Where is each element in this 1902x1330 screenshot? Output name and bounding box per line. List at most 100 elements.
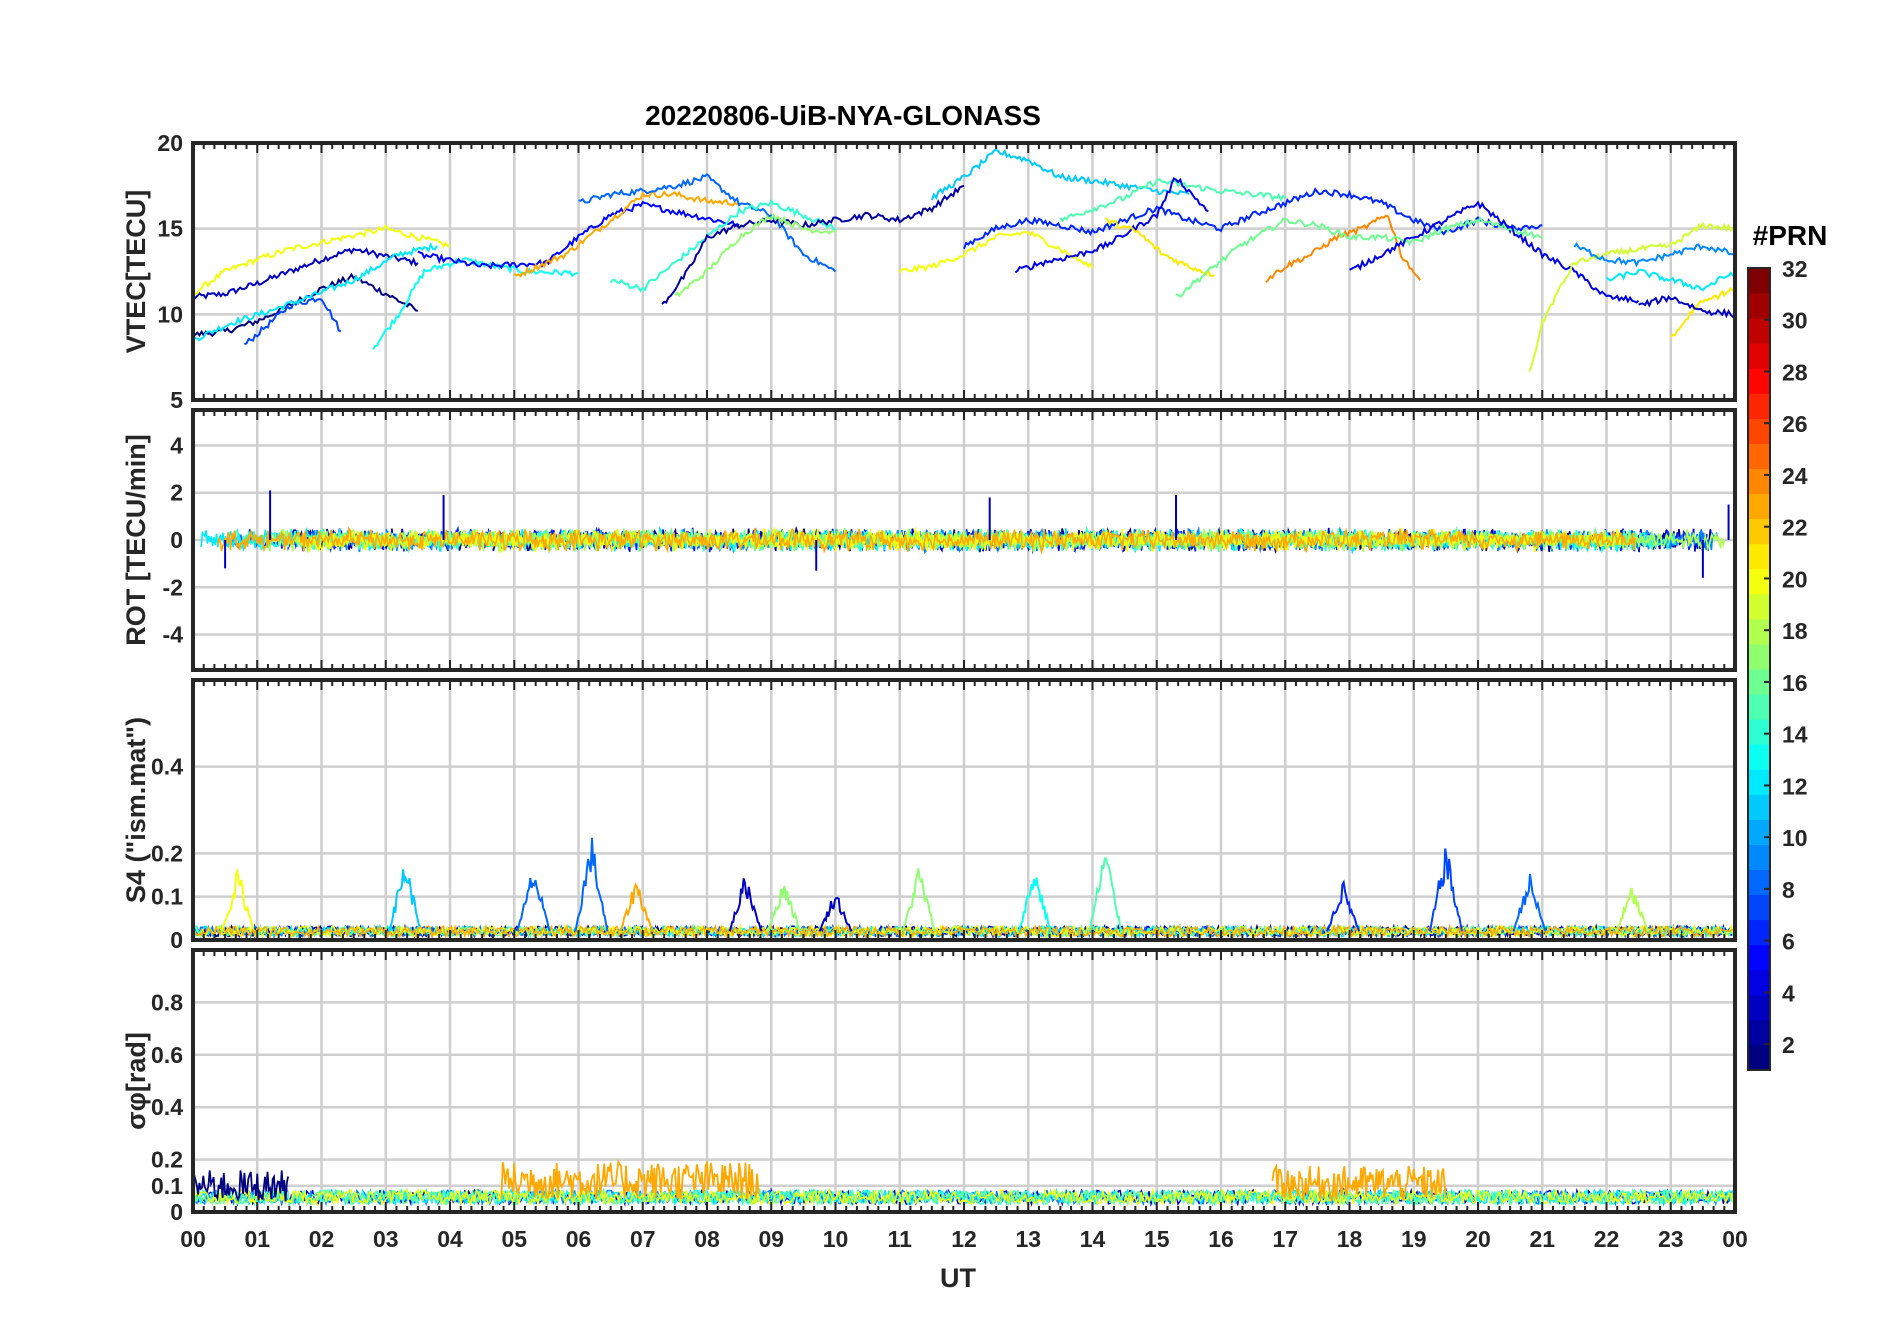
y-tick-label: 0.4 (151, 754, 183, 780)
colorbar-tick-label: 24 (1782, 463, 1808, 489)
y-axis-title: S4 ("ism.mat") (121, 717, 151, 903)
colorbar-tick-label: 6 (1782, 929, 1795, 955)
x-tick-label: 05 (501, 1226, 527, 1252)
colorbar-tick-label: 16 (1782, 670, 1808, 696)
x-tick-label: 00 (180, 1226, 206, 1252)
x-tick-label: 02 (309, 1226, 335, 1252)
colorbar-swatch (1748, 593, 1770, 620)
x-tick-label: 10 (823, 1226, 849, 1252)
y-tick-label: 10 (157, 301, 183, 327)
colorbar-swatch (1748, 719, 1770, 745)
x-tick-label: 20 (1465, 1226, 1491, 1252)
y-tick-label: 0 (170, 527, 183, 553)
colorbar-swatch (1748, 819, 1770, 845)
y-tick-label: 15 (157, 216, 183, 242)
colorbar-swatch (1748, 1019, 1770, 1046)
panel-1: 5 10 15 20 VTEC[TECU] (121, 130, 1737, 413)
y-axis-title: σφ[rad] (121, 1032, 151, 1130)
figure-title: 20220806-UiB-NYA-GLONASS (645, 100, 1041, 131)
colorbar-swatch (1748, 418, 1770, 444)
colorbar-swatch (1748, 293, 1770, 319)
colorbar-tick-label: 18 (1782, 618, 1808, 644)
x-tick-labels: 00 01 02 03 04 05 06 07 08 09 10 11 12 13 14 15 16 17 18 19… (180, 1226, 1748, 1252)
colorbar-swatch (1748, 844, 1770, 870)
y-tick-label: 4 (170, 432, 183, 458)
colorbar-tick-label: 32 (1782, 256, 1808, 282)
colorbar-swatch (1748, 694, 1770, 720)
colorbar-swatch (1748, 318, 1770, 344)
panels: 5101520VTEC[TECU]-4-2024ROT [TECU/min]00… (121, 130, 1737, 1225)
colorbar-swatch (1748, 518, 1770, 545)
colorbar-tick-label: 2 (1782, 1032, 1795, 1058)
y-tick-label: 0.1 (151, 884, 183, 910)
colorbar-swatches (1748, 268, 1770, 1071)
x-tick-label: 19 (1401, 1226, 1427, 1252)
x-tick-label: 13 (1015, 1226, 1041, 1252)
x-tick-label: 08 (694, 1226, 720, 1252)
y-tick-label: 20 (157, 130, 183, 156)
colorbar-swatch (1748, 869, 1770, 896)
colorbar-tick-label: 20 (1782, 566, 1808, 592)
y-tick-label: 0 (170, 1199, 183, 1225)
colorbar-swatch (1748, 393, 1770, 419)
panel-3: 0 0.1 0.2 0.4S4 ("ism.mat") (121, 678, 1737, 953)
y-tick-label: 0.6 (151, 1042, 183, 1068)
y-tick-label: 0.4 (151, 1094, 183, 1120)
colorbar-title: #PRN (1753, 220, 1828, 251)
colorbar-swatch (1748, 794, 1770, 820)
colorbar-swatch (1748, 443, 1770, 469)
colorbar-tick-label: 4 (1782, 980, 1795, 1006)
x-tick-label: 17 (1272, 1226, 1298, 1252)
y-tick-label: 5 (170, 387, 183, 413)
colorbar-swatch (1748, 994, 1770, 1021)
x-tick-label: 12 (951, 1226, 977, 1252)
y-tick-label: 0.2 (151, 840, 183, 866)
colorbar-swatch (1748, 643, 1770, 670)
x-tick-label: 14 (1080, 1226, 1106, 1252)
colorbar-swatch (1748, 468, 1770, 495)
x-tick-label: 03 (373, 1226, 399, 1252)
x-tick-label: 23 (1658, 1226, 1684, 1252)
colorbar-tick-label: 30 (1782, 308, 1808, 334)
colorbar-swatch (1748, 343, 1770, 369)
x-tick-label: 21 (1529, 1226, 1555, 1252)
y-tick-label: 0 (170, 927, 183, 953)
colorbar: #PRN 2468101214161820222426283032 (1747, 220, 1828, 1071)
y-axis-title: ROT [TECU/min] (121, 434, 151, 645)
y-tick-label: 0.8 (151, 989, 183, 1015)
colorbar-swatch (1748, 944, 1770, 971)
colorbar-tick-label: 12 (1782, 773, 1808, 799)
x-tick-label: 06 (566, 1226, 592, 1252)
colorbar-tick-label: 8 (1782, 877, 1795, 903)
y-tick-label: 0.2 (151, 1147, 183, 1173)
y-tick-label: 0.1 (151, 1173, 183, 1199)
x-tick-label: 18 (1337, 1226, 1363, 1252)
colorbar-swatch (1748, 894, 1770, 921)
y-tick-label: 2 (170, 480, 183, 506)
panel-2: -4 -2 0 2 4 ROT [TECU/min] (121, 408, 1737, 672)
colorbar-swatch (1748, 618, 1770, 645)
y-tick-label: -4 (163, 622, 184, 648)
colorbar-swatch (1748, 769, 1770, 795)
colorbar-swatch (1748, 493, 1770, 520)
x-tick-label: 04 (437, 1226, 463, 1252)
colorbar-swatch (1748, 543, 1770, 570)
x-tick-label: 07 (630, 1226, 656, 1252)
x-tick-label: 01 (244, 1226, 270, 1252)
x-tick-label: 15 (1144, 1226, 1170, 1252)
colorbar-tick-label: 26 (1782, 411, 1808, 437)
x-tick-label: 11 (888, 1226, 913, 1252)
figure: 20220806-UiB-NYA-GLONASS UT 5101520VTEC[… (121, 100, 1828, 1293)
colorbar-swatch (1748, 1044, 1770, 1071)
y-axis-title: VTEC[TECU] (121, 190, 151, 354)
x-tick-label: 22 (1594, 1226, 1620, 1252)
colorbar-tick-label: 10 (1782, 825, 1808, 851)
x-tick-label: 00 (1722, 1226, 1748, 1252)
x-tick-label: 16 (1208, 1226, 1234, 1252)
colorbar-swatch (1748, 568, 1770, 595)
panel-4: 00.10.2 0.4 0.6 0.8σφ[rad] (121, 948, 1737, 1225)
colorbar-tick-label: 14 (1782, 722, 1808, 748)
y-tick-label: -2 (163, 574, 183, 600)
x-axis-title: UT (940, 1263, 976, 1293)
x-tick-label: 09 (758, 1226, 784, 1252)
